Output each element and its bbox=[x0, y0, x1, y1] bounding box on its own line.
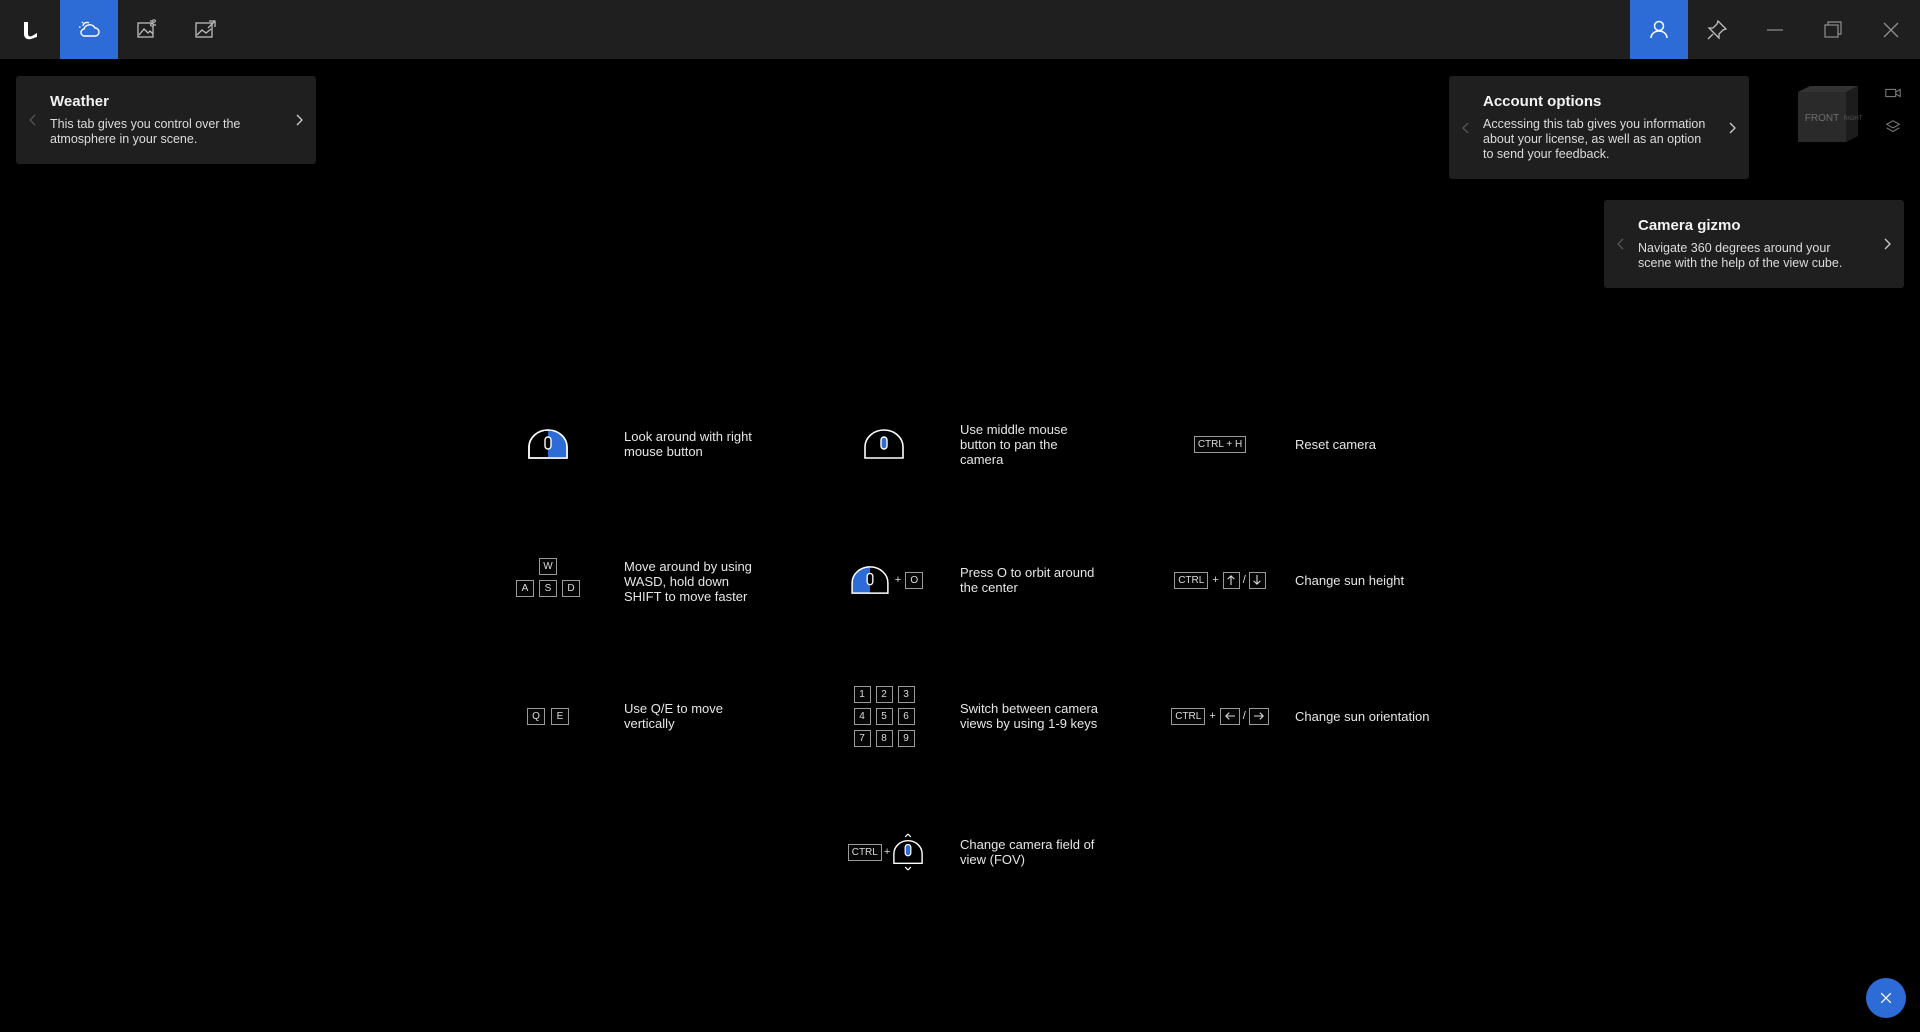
camera-views-label: Switch between camera views by using 1-9 … bbox=[960, 701, 1099, 731]
chevron-right-icon[interactable] bbox=[1725, 121, 1739, 135]
close-icon bbox=[1880, 992, 1892, 1004]
vertical-move-label: Use Q/E to move vertically bbox=[624, 701, 723, 731]
key-1: 1 bbox=[853, 685, 871, 703]
chevron-left-icon[interactable] bbox=[1459, 121, 1473, 135]
orbit-label: Press O to orbit around the center bbox=[960, 565, 1095, 595]
close-overlay-button[interactable] bbox=[1866, 978, 1906, 1018]
plus-sign: + bbox=[1209, 710, 1216, 722]
view-cube[interactable]: FRONT RIGHT bbox=[1794, 82, 1864, 146]
sun-orientation-label: Change sun orientation bbox=[1295, 709, 1430, 724]
minimize-button[interactable] bbox=[1746, 0, 1804, 59]
ctrl-key: CTRL bbox=[847, 843, 882, 861]
image-settings-icon bbox=[137, 18, 156, 38]
account-tip-text: Accessing this tab gives you information… bbox=[1483, 117, 1706, 161]
slash-sign: / bbox=[1242, 710, 1246, 722]
arrow-right-icon bbox=[1253, 712, 1264, 720]
key-6: 6 bbox=[897, 707, 915, 725]
arrow-up-icon bbox=[1227, 575, 1235, 585]
plus-sign: + bbox=[883, 846, 891, 858]
d-key: D bbox=[562, 579, 580, 597]
ctrl-key: CTRL bbox=[1171, 707, 1206, 725]
ctrl-key: CTRL bbox=[1174, 571, 1209, 589]
pin-button[interactable] bbox=[1688, 0, 1746, 59]
chevron-left-icon[interactable] bbox=[26, 113, 40, 127]
chevron-right-icon[interactable] bbox=[292, 113, 306, 127]
arrow-left-key bbox=[1219, 707, 1240, 725]
reset-camera-keys: CTRL + H bbox=[1180, 424, 1260, 464]
view-cube-side-label: RIGHT bbox=[1844, 116, 1863, 122]
number-keys: 1 2 3 4 5 6 7 8 9 bbox=[844, 684, 924, 748]
left-mouse-button-icon bbox=[851, 566, 889, 594]
export-image-tab[interactable] bbox=[176, 0, 234, 59]
key-9: 9 bbox=[897, 729, 915, 747]
close-icon bbox=[1883, 22, 1899, 37]
weather-tip-title: Weather bbox=[50, 93, 109, 110]
account-tip-title: Account options bbox=[1483, 93, 1602, 110]
video-camera-icon bbox=[1885, 88, 1901, 98]
app-logo-icon[interactable] bbox=[0, 0, 58, 59]
key-2: 2 bbox=[875, 685, 893, 703]
close-window-button[interactable] bbox=[1862, 0, 1920, 59]
w-key: W bbox=[539, 557, 557, 575]
a-key: A bbox=[516, 579, 534, 597]
reset-camera-label: Reset camera bbox=[1295, 437, 1376, 452]
arrow-up-key bbox=[1222, 571, 1240, 589]
pin-icon bbox=[1707, 19, 1728, 40]
account-options-tip: Account options Accessing this tab gives… bbox=[1449, 76, 1749, 179]
layers-icon bbox=[1885, 120, 1901, 133]
slash-sign: / bbox=[1242, 574, 1246, 586]
plus-sign: + bbox=[894, 574, 902, 586]
weather-tab[interactable] bbox=[60, 0, 118, 59]
camera-views-button[interactable] bbox=[1880, 80, 1906, 106]
chevron-right-icon[interactable] bbox=[1880, 237, 1894, 251]
look-around-label: Look around with right mouse button bbox=[624, 429, 752, 459]
camera-gizmo-tip: Camera gizmo Navigate 360 degrees around… bbox=[1604, 200, 1904, 288]
maximize-button[interactable] bbox=[1804, 0, 1862, 59]
maximize-icon bbox=[1824, 20, 1842, 38]
plus-sign: + bbox=[1212, 574, 1219, 586]
qe-keys: Q E bbox=[508, 696, 588, 736]
ctrl-h-key: CTRL + H bbox=[1193, 435, 1247, 453]
o-key: O bbox=[905, 571, 924, 589]
s-key: S bbox=[539, 579, 557, 597]
top-bar bbox=[0, 0, 1920, 59]
key-4: 4 bbox=[853, 707, 871, 725]
arrow-right-key bbox=[1248, 707, 1269, 725]
chevron-left-icon[interactable] bbox=[1614, 237, 1628, 251]
arrow-down-key bbox=[1248, 571, 1266, 589]
weather-icon bbox=[79, 21, 100, 37]
arrow-left-icon bbox=[1224, 712, 1235, 720]
pan-label: Use middle mouse button to pan the camera bbox=[960, 422, 1068, 467]
sun-height-label: Change sun height bbox=[1295, 573, 1405, 588]
sun-orientation-keys: CTRL + / bbox=[1160, 696, 1280, 736]
right-mouse-button-icon bbox=[508, 424, 588, 464]
e-key: E bbox=[551, 707, 569, 725]
key-7: 7 bbox=[853, 729, 871, 747]
key-5: 5 bbox=[875, 707, 893, 725]
wasd-keys: W A S D bbox=[502, 552, 594, 602]
weather-tip-text: This tab gives you control over the atmo… bbox=[50, 117, 241, 146]
fov-keys: CTRL + bbox=[836, 830, 936, 874]
image-settings-tab[interactable] bbox=[118, 0, 176, 59]
export-image-icon bbox=[195, 19, 216, 38]
account-button[interactable] bbox=[1630, 0, 1688, 59]
scroll-wheel-icon bbox=[893, 833, 924, 871]
fov-label: Change camera field of view (FOV) bbox=[960, 837, 1095, 867]
key-3: 3 bbox=[897, 685, 915, 703]
view-cube-front-label: FRONT bbox=[1805, 113, 1839, 124]
key-8: 8 bbox=[875, 729, 893, 747]
middle-mouse-button-icon bbox=[844, 424, 924, 464]
q-key: Q bbox=[527, 707, 545, 725]
arrow-down-icon bbox=[1253, 575, 1262, 585]
weather-tip: Weather This tab gives you control over … bbox=[16, 76, 316, 164]
minimize-icon bbox=[1767, 28, 1783, 31]
move-label: Move around by using WASD, hold down SHIFT… bbox=[624, 559, 752, 604]
sun-height-keys: CTRL + / bbox=[1160, 560, 1280, 600]
layers-button[interactable] bbox=[1880, 114, 1906, 140]
orbit-keys: + O bbox=[836, 560, 936, 600]
camera-gizmo-tip-title: Camera gizmo bbox=[1638, 217, 1741, 234]
user-icon bbox=[1650, 20, 1668, 38]
camera-gizmo-tip-text: Navigate 360 degrees around your scene w… bbox=[1638, 241, 1843, 270]
